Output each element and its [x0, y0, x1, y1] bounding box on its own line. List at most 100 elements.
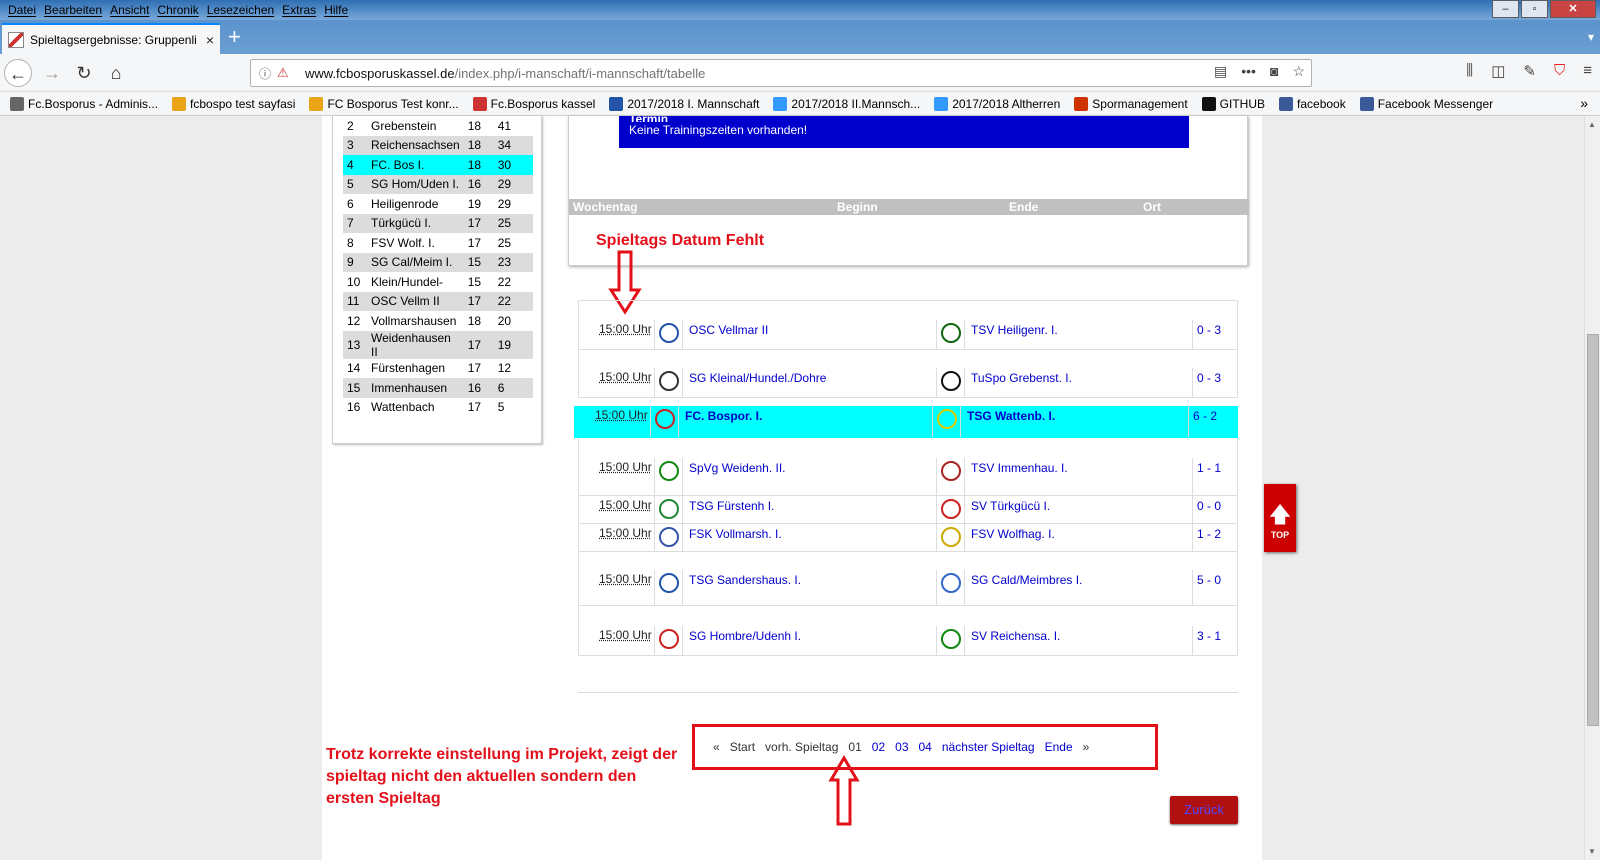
- home-team-logo-icon: [658, 573, 679, 593]
- bookmark-item[interactable]: 2017/2018 II.Mannsch...: [773, 96, 920, 111]
- tab-list-icon[interactable]: ▾: [1588, 30, 1594, 44]
- menu-extras[interactable]: Extras: [278, 3, 320, 17]
- away-team-link[interactable]: SV Reichensa. I.: [965, 626, 1193, 655]
- url-actions: ▤ ••• ◙ ☆: [1214, 63, 1305, 80]
- reload-icon[interactable]: ↻: [70, 59, 98, 87]
- menu-chronik[interactable]: Chronik: [153, 3, 202, 17]
- match-score-link[interactable]: 6 - 2: [1189, 406, 1235, 437]
- tab-close-icon[interactable]: ×: [206, 32, 214, 48]
- row-team: Vollmarshausen: [367, 311, 464, 331]
- bookmark-item[interactable]: facebook: [1279, 96, 1346, 111]
- reader-view-icon[interactable]: ▤: [1214, 63, 1227, 80]
- row-team: Reichensachsen: [367, 135, 464, 155]
- match-score-link[interactable]: 0 - 0: [1193, 496, 1239, 523]
- bookmark-item[interactable]: Facebook Messenger: [1359, 96, 1493, 111]
- home-team-link[interactable]: FC. Bospor. I.: [679, 406, 933, 437]
- pocket-icon[interactable]: ◙: [1270, 63, 1278, 80]
- row-rank: 12: [347, 313, 361, 328]
- url-text[interactable]: www.fcbosporuskassel.de/index.php/i-mans…: [305, 66, 705, 81]
- scroll-down-icon[interactable]: ▼: [1588, 847, 1596, 856]
- match-score-link[interactable]: 5 - 0: [1193, 570, 1239, 605]
- url-bar[interactable]: ⓘ ⚠ www.fcbosporuskassel.de/index.php/i-…: [250, 59, 1312, 87]
- away-team-link[interactable]: SG Cald/Meimbres I.: [965, 570, 1193, 605]
- scrollbar-thumb[interactable]: [1587, 334, 1599, 726]
- match-score-link[interactable]: 1 - 1: [1193, 458, 1239, 495]
- insecure-lock-icon[interactable]: ⚠: [277, 65, 297, 81]
- pager-page-01[interactable]: 01: [848, 740, 861, 754]
- match-score-link[interactable]: 1 - 2: [1193, 524, 1239, 551]
- pager-page-04[interactable]: 04: [919, 740, 932, 754]
- shield-icon[interactable]: ⛉: [1554, 62, 1565, 80]
- home-team-link[interactable]: SG Kleinal/Hundel./Dohre: [683, 368, 937, 397]
- away-team-link[interactable]: TSV Immenhau. I.: [965, 458, 1193, 495]
- away-team-link[interactable]: TSV Heiligenr. I.: [965, 320, 1193, 349]
- home-team-link[interactable]: SG Hombre/Udenh I.: [683, 626, 937, 655]
- match-score-link[interactable]: 0 - 3: [1193, 320, 1239, 349]
- page-scrollbar[interactable]: ▲ ▼: [1584, 116, 1600, 860]
- away-team-link[interactable]: SV Türkgücü I.: [965, 496, 1193, 523]
- home-icon[interactable]: ⌂: [102, 59, 130, 87]
- bookmark-star-icon[interactable]: ☆: [1292, 63, 1305, 80]
- pager-start[interactable]: Start: [730, 740, 755, 754]
- bookmark-item[interactable]: GITHUB: [1201, 96, 1265, 111]
- new-tab-icon[interactable]: +: [228, 24, 241, 50]
- hamburger-menu-icon[interactable]: ≡: [1583, 62, 1592, 80]
- eyedropper-icon[interactable]: ✎: [1523, 62, 1536, 80]
- menu-datei[interactable]: Datei: [4, 3, 40, 17]
- info-icon[interactable]: ⓘ: [259, 65, 277, 82]
- menu-hilfe[interactable]: Hilfe: [320, 3, 352, 17]
- back-icon[interactable]: ←: [4, 59, 32, 87]
- row-team: Heiligenrode: [367, 194, 464, 214]
- home-team-link[interactable]: OSC Vellmar II: [683, 320, 937, 349]
- bookmarks-overflow-icon[interactable]: »: [1580, 95, 1588, 111]
- back-button[interactable]: Zurück: [1170, 796, 1238, 824]
- header-ende: Ende: [1009, 200, 1039, 214]
- bookmark-item[interactable]: Spormanagement: [1074, 96, 1188, 111]
- library-icon[interactable]: ⫼: [1466, 62, 1473, 80]
- bookmark-item[interactable]: Fc.Bosporus kassel: [472, 96, 595, 111]
- pager-next[interactable]: nächster Spieltag: [942, 740, 1035, 754]
- match-score-link[interactable]: 0 - 3: [1193, 368, 1239, 397]
- home-team-link[interactable]: TSG Fürstenh I.: [683, 496, 937, 523]
- match-score-link[interactable]: 3 - 1: [1193, 626, 1239, 655]
- match-row: 15:00 Uhr TSG Fürstenh I. SV Türkgücü I. 0 …: [578, 496, 1238, 524]
- team-name: OSC Vellm II: [371, 294, 440, 309]
- menu-bearbeiten[interactable]: Bearbeiten: [40, 3, 106, 17]
- row-points: 25: [497, 235, 512, 250]
- table-row: 11 OSC Vellm II 17 22: [343, 291, 533, 311]
- away-team-link[interactable]: TuSpo Grebenst. I.: [965, 368, 1193, 397]
- pager-page-03[interactable]: 03: [895, 740, 908, 754]
- home-team-link[interactable]: FSK Vollmarsh. I.: [683, 524, 937, 551]
- forward-icon[interactable]: →: [38, 59, 66, 87]
- bookmark-item[interactable]: 2017/2018 Altherren: [934, 96, 1060, 111]
- row-rank: 5: [343, 174, 367, 194]
- home-logo-cell: [651, 406, 679, 437]
- maximize-icon[interactable]: ▫: [1521, 0, 1548, 18]
- row-points: 23: [493, 252, 533, 272]
- pager-page-02[interactable]: 02: [872, 740, 885, 754]
- sidebar-icon[interactable]: ◫: [1491, 62, 1505, 80]
- away-team-link[interactable]: FSV Wolfhag. I.: [965, 524, 1193, 551]
- bookmark-item[interactable]: fcbospo test sayfasi: [172, 96, 295, 111]
- pager-end[interactable]: Ende: [1045, 740, 1073, 754]
- team-name: Weidenhausen II: [371, 330, 451, 359]
- close-window-icon[interactable]: ✕: [1550, 0, 1596, 18]
- pager-prev[interactable]: vorh. Spieltag: [765, 740, 838, 754]
- menu-lesezeichen[interactable]: Lesezeichen: [203, 3, 278, 17]
- tab-active[interactable]: Spieltagsergebnisse: Gruppenli ×: [2, 23, 220, 54]
- home-team-link[interactable]: SpVg Weidenh. II.: [683, 458, 937, 495]
- page-actions-icon[interactable]: •••: [1241, 63, 1256, 80]
- row-points: 25: [493, 213, 533, 233]
- scroll-up-icon[interactable]: ▲: [1588, 120, 1596, 129]
- menu-ansicht[interactable]: Ansicht: [106, 3, 153, 17]
- away-team-link[interactable]: TSG Wattenb. I.: [961, 406, 1189, 437]
- home-team-link[interactable]: TSG Sandershaus. I.: [683, 570, 937, 605]
- bookmark-item[interactable]: 2017/2018 I. Mannschaft: [609, 96, 759, 111]
- row-points: 5: [497, 400, 505, 415]
- minimize-icon[interactable]: –: [1492, 0, 1519, 18]
- bookmark-label: FC Bosporus Test konr...: [327, 96, 459, 111]
- bookmark-item[interactable]: FC Bosporus Test konr...: [309, 96, 459, 111]
- scroll-top-button[interactable]: 🡅 TOP: [1264, 484, 1296, 552]
- row-points: 22: [497, 274, 512, 289]
- bookmark-item[interactable]: Fc.Bosporus - Adminis...: [10, 96, 158, 111]
